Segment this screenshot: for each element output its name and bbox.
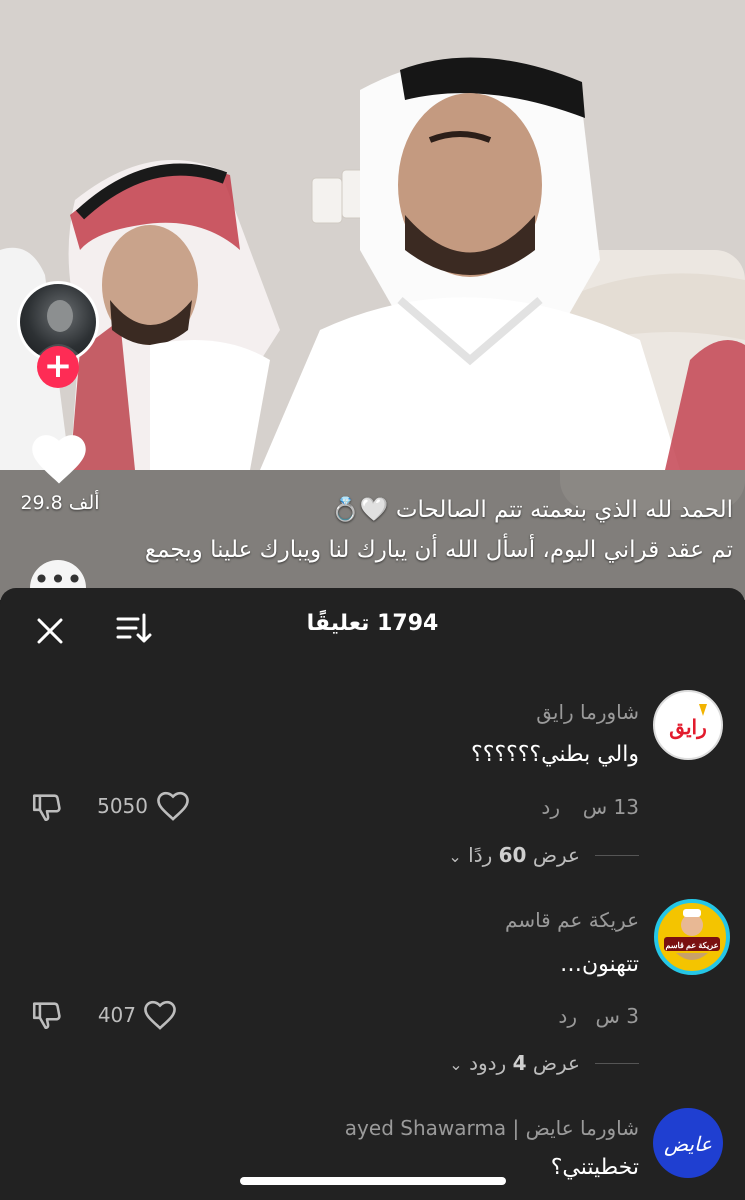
video-like-count: 29.8 ألف: [20, 492, 100, 514]
comments-sheet: [0, 588, 745, 1200]
view-replies-unit: ردود: [469, 1051, 507, 1075]
comment-heart-icon[interactable]: [155, 790, 191, 826]
comment-text[interactable]: والي بطني؟؟؟؟؟؟: [471, 742, 639, 767]
comment-avatar[interactable]: رايق: [653, 690, 723, 760]
svg-text:عايض: عايض: [664, 1134, 712, 1156]
chevron-down-icon: ⌄: [449, 1055, 463, 1074]
comment-like-count: 407: [97, 1003, 136, 1027]
comment-like-count: 5050: [97, 794, 148, 818]
caption-line-2: تم عقد قراني اليوم، أسأل الله أن يبارك ل…: [144, 537, 733, 563]
view-replies-button[interactable]: عرض 4 ردود ⌄: [449, 1051, 580, 1075]
view-replies-label: عرض: [532, 1051, 580, 1075]
view-replies-count: 60: [498, 843, 527, 867]
reply-button[interactable]: رد: [541, 795, 560, 819]
follow-plus-icon[interactable]: +: [37, 346, 79, 388]
comment-time: 13 س: [582, 795, 639, 819]
reply-button[interactable]: رد: [558, 1004, 577, 1028]
replies-divider: [595, 1063, 639, 1064]
comment-text[interactable]: تخطيتني؟: [551, 1155, 639, 1180]
video-caption[interactable]: الحمد لله الذي بنعمته تتم الصالحات 🤍💍 تم…: [13, 490, 733, 570]
comments-count-title: 1794 تعليقًا: [306, 611, 439, 636]
comment-author[interactable]: عريكة عم قاسم: [505, 908, 639, 932]
svg-text:عريكة عم قاسم: عريكة عم قاسم: [666, 941, 719, 951]
dislike-icon[interactable]: [30, 790, 64, 828]
comment-time: 3 س: [595, 1004, 639, 1028]
heart-icon[interactable]: [28, 430, 90, 486]
comment-text[interactable]: تتهنون…: [560, 952, 639, 977]
svg-text:رايق: رايق: [669, 717, 706, 740]
replies-divider: [595, 855, 639, 856]
comment-author[interactable]: شاورما عايض | ayed Shawarma: [345, 1116, 639, 1140]
view-replies-button[interactable]: عرض 60 ردًا ⌄: [448, 843, 580, 867]
view-replies-unit: ردًا: [468, 843, 493, 867]
home-indicator[interactable]: [240, 1177, 506, 1185]
comment-avatar[interactable]: عريكة عم قاسم: [654, 899, 730, 975]
comment-author[interactable]: شاورما رايق: [536, 700, 639, 724]
dislike-icon[interactable]: [30, 998, 64, 1036]
comment-heart-icon[interactable]: [142, 999, 178, 1035]
view-replies-label: عرض: [532, 843, 580, 867]
view-replies-count: 4: [512, 1051, 527, 1075]
caption-line-1: الحمد لله الذي بنعمته تتم الصالحات 🤍💍: [331, 497, 733, 523]
chevron-down-icon: ⌄: [448, 847, 462, 866]
comment-avatar[interactable]: عايض: [653, 1108, 723, 1178]
